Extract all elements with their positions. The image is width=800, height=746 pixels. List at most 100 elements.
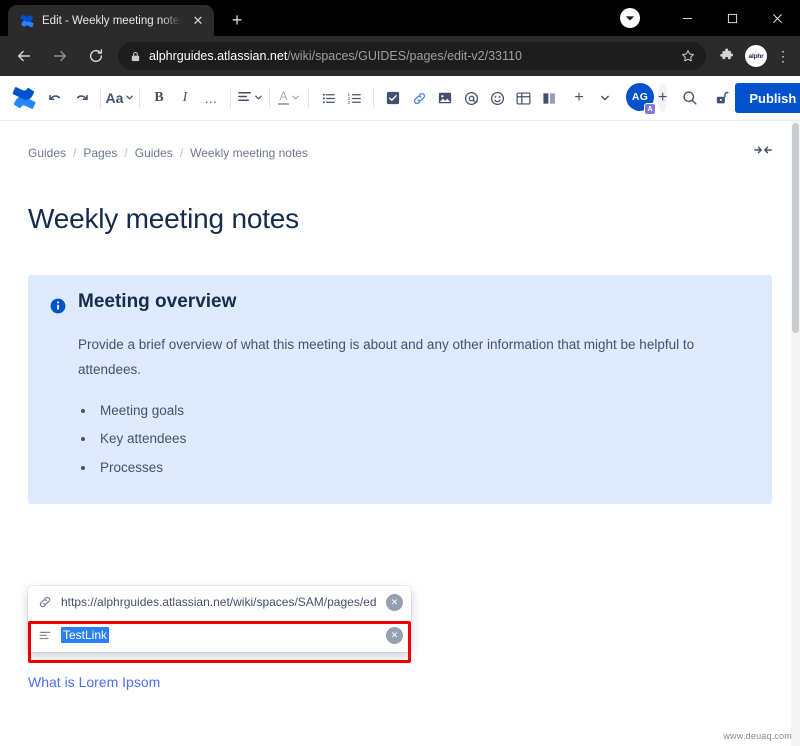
toolbar-divider: [269, 88, 270, 108]
insert-dropdown-caret[interactable]: [592, 84, 618, 112]
browser-navigation-bar: alphrguides.atlassian.net/wiki/spaces/GU…: [0, 36, 800, 76]
maximize-button[interactable]: [710, 0, 755, 36]
tab-title: Edit - Weekly meeting notes - Gu: [42, 14, 182, 27]
page-content: Guides / Pages / Guides / Weekly meeting…: [0, 121, 800, 504]
text-lines-icon: [38, 628, 52, 642]
text-color-dropdown[interactable]: A: [276, 84, 302, 112]
info-panel-title: Meeting overview: [78, 291, 237, 312]
bold-label: B: [154, 90, 164, 105]
insert-button[interactable]: +: [566, 84, 592, 112]
search-icon[interactable]: [677, 84, 703, 112]
link-text-value[interactable]: TestLink: [61, 627, 110, 643]
link-icon: [38, 595, 52, 609]
text-style-dropdown[interactable]: Aa: [105, 84, 134, 112]
redo-icon[interactable]: [68, 84, 94, 112]
editor-toolbar: Aa B I … A 1 2 3 + AG A + Publish: [0, 76, 800, 121]
address-bar[interactable]: alphrguides.atlassian.net/wiki/spaces/GU…: [118, 42, 706, 70]
breadcrumb-item-3[interactable]: Weekly meeting notes: [190, 146, 308, 160]
confluence-icon: [19, 13, 34, 28]
extensions-puzzle-icon[interactable]: [714, 43, 740, 69]
toolbar-divider: [230, 88, 231, 108]
unlock-icon[interactable]: [709, 84, 735, 112]
text-style-label: Aa: [105, 90, 124, 106]
svg-text:3: 3: [347, 99, 350, 104]
info-panel-header: Meeting overview: [50, 291, 750, 319]
minimize-button[interactable]: [665, 0, 710, 36]
tab-close-icon[interactable]: ✕: [190, 13, 206, 29]
collapse-sidebar-icon[interactable]: [754, 143, 772, 157]
back-button[interactable]: [9, 41, 39, 71]
italic-button[interactable]: I: [172, 84, 198, 112]
table-icon[interactable]: [510, 84, 536, 112]
info-icon: [50, 298, 66, 319]
profile-avatar[interactable]: alphr: [745, 45, 767, 67]
page-scrollbar-track[interactable]: [791, 121, 800, 746]
task-button[interactable]: [380, 84, 406, 112]
download-icon[interactable]: [620, 8, 640, 28]
url-host: alphrguides.atlassian.net: [149, 49, 288, 63]
toolbar-divider: [100, 88, 101, 108]
text-color-letter: A: [279, 89, 288, 103]
chevron-down-icon: [254, 93, 263, 104]
more-formatting-label: …: [204, 90, 218, 106]
toolbar-divider: [308, 88, 309, 108]
info-panel-list: Meeting goals Key attendees Processes: [96, 397, 750, 482]
info-panel: Meeting overview Provide a brief overvie…: [28, 275, 772, 504]
list-item: Processes: [96, 454, 750, 482]
confluence-logo[interactable]: [12, 86, 36, 110]
italic-label: I: [182, 90, 188, 105]
browser-tab[interactable]: Edit - Weekly meeting notes - Gu ✕: [8, 5, 214, 36]
add-collaborator-button[interactable]: +: [658, 84, 668, 112]
publish-button[interactable]: Publish: [735, 83, 800, 113]
layout-icon[interactable]: [536, 84, 562, 112]
address-bar-url: alphrguides.atlassian.net/wiki/spaces/GU…: [149, 49, 670, 63]
lorem-ipsum-link[interactable]: What is Lorem Ipsom: [28, 674, 160, 690]
text-color-icon: A: [278, 89, 289, 105]
align-dropdown[interactable]: [237, 84, 263, 112]
editor-page: Guides / Pages / Guides / Weekly meeting…: [0, 121, 800, 746]
lock-icon: [130, 51, 141, 62]
breadcrumb: Guides / Pages / Guides / Weekly meeting…: [28, 143, 772, 163]
new-tab-button[interactable]: +: [223, 6, 251, 34]
breadcrumb-item-1[interactable]: Pages: [83, 146, 117, 160]
list-item: Key attendees: [96, 425, 750, 453]
clear-url-icon[interactable]: ✕: [386, 593, 403, 611]
link-url-row[interactable]: https://alphrguides.atlassian.net/wiki/s…: [28, 586, 411, 618]
bookmark-star-icon[interactable]: [678, 46, 698, 66]
clear-text-icon[interactable]: ✕: [386, 626, 403, 644]
browser-window: Edit - Weekly meeting notes - Gu ✕ +: [0, 0, 800, 746]
chevron-down-icon: [125, 93, 134, 104]
chevron-down-icon: [291, 93, 300, 104]
link-edit-popup: https://alphrguides.atlassian.net/wiki/s…: [28, 586, 411, 652]
image-icon[interactable]: [432, 84, 458, 112]
mention-button[interactable]: [458, 84, 484, 112]
bold-button[interactable]: B: [146, 84, 172, 112]
watermark: www.deuaq.com: [723, 731, 792, 741]
close-window-button[interactable]: [755, 0, 800, 36]
link-text-row[interactable]: TestLink ✕: [28, 618, 411, 652]
reload-button[interactable]: [81, 41, 111, 71]
url-path: /wiki/spaces/GUIDES/pages/edit-v2/33110: [287, 49, 522, 63]
numbered-list-button[interactable]: 123: [341, 84, 367, 112]
align-icon: [237, 89, 252, 107]
breadcrumb-item-0[interactable]: Guides: [28, 146, 66, 160]
bullet-list-button[interactable]: [315, 84, 341, 112]
collaborator-avatar[interactable]: AG A: [626, 83, 656, 115]
breadcrumb-separator: /: [124, 146, 128, 160]
browser-menu-button[interactable]: ⋮: [772, 48, 794, 65]
forward-button[interactable]: [45, 41, 75, 71]
page-scrollbar-thumb[interactable]: [792, 123, 799, 333]
avatar-app-badge: A: [644, 103, 656, 115]
page-title[interactable]: Weekly meeting notes: [28, 203, 772, 235]
undo-icon[interactable]: [42, 84, 68, 112]
toolbar-divider: [373, 88, 374, 108]
link-url-value[interactable]: https://alphrguides.atlassian.net/wiki/s…: [61, 595, 377, 609]
window-controls: [665, 0, 800, 36]
list-item: Meeting goals: [96, 397, 750, 425]
breadcrumb-item-2[interactable]: Guides: [135, 146, 173, 160]
emoji-button[interactable]: [484, 84, 510, 112]
link-icon[interactable]: [406, 84, 432, 112]
toolbar-divider: [139, 88, 140, 108]
more-formatting-button[interactable]: …: [198, 84, 224, 112]
insert-label: +: [574, 89, 584, 106]
